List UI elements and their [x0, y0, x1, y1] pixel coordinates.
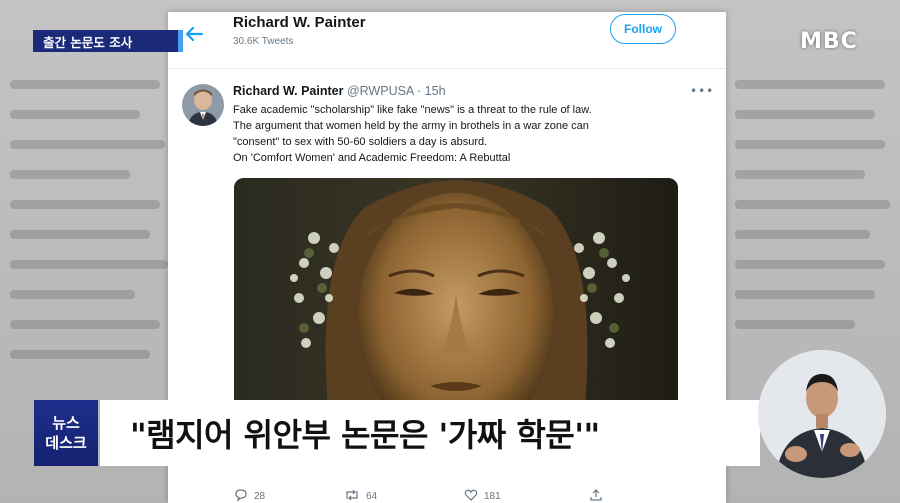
reply-count: 28 [254, 491, 266, 502]
tweet-line: "consent" to sex with 50-60 soldiers a d… [233, 136, 488, 148]
retweet-icon [344, 488, 360, 503]
share-icon [589, 488, 603, 503]
retweet-count: 64 [366, 491, 378, 502]
tweet-media-statue-photo[interactable] [234, 178, 678, 418]
tweet-line: Fake academic "scholarship" like fake "n… [233, 104, 592, 116]
tweet-line: On 'Comfort Women' and Academic Freedom:… [233, 152, 511, 164]
headline-caption: "램지어 위안부 논문은 '가짜 학문'" [100, 400, 760, 466]
share-action[interactable] [589, 488, 603, 503]
heart-icon [464, 488, 478, 503]
retweet-action[interactable]: 64 [344, 488, 377, 503]
like-count: 181 [484, 491, 501, 502]
newsdesk-logo-line2: 데스크 [45, 434, 87, 452]
tweet-text: Fake academic "scholarship" like fake "n… [233, 102, 703, 166]
reply-icon [234, 488, 248, 503]
author-name: Richard W. Painter [233, 84, 344, 98]
profile-name: Richard W. Painter [233, 14, 366, 31]
tweet-line: The argument that women held by the army… [233, 120, 589, 132]
back-arrow-icon[interactable] [182, 22, 206, 46]
like-action[interactable]: 181 [464, 488, 501, 503]
tweets-count: 30.6K Tweets [233, 36, 294, 47]
newsdesk-logo-line1: 뉴스 [52, 414, 80, 432]
more-dots-icon[interactable]: ••• [690, 84, 714, 98]
mbc-logo: MBC [800, 29, 858, 54]
topic-tag-label: 출간 논문도 조사 [43, 34, 133, 50]
tweet-author[interactable]: Richard W. Painter @RWPUSA · 15h [233, 84, 446, 98]
newsdesk-logo: 뉴스 데스크 [34, 400, 98, 466]
headline-text: "램지어 위안부 논문은 '가짜 학문'" [130, 416, 600, 454]
author-handle-time: @RWPUSA · 15h [346, 84, 446, 98]
profile-header: Richard W. Painter 30.6K Tweets Follow [168, 12, 726, 69]
reply-action[interactable]: 28 [234, 488, 265, 503]
sign-language-interpreter [758, 350, 886, 478]
follow-button[interactable]: Follow [610, 14, 676, 44]
avatar[interactable] [182, 84, 224, 126]
topic-tag: 출간 논문도 조사 [33, 30, 183, 52]
